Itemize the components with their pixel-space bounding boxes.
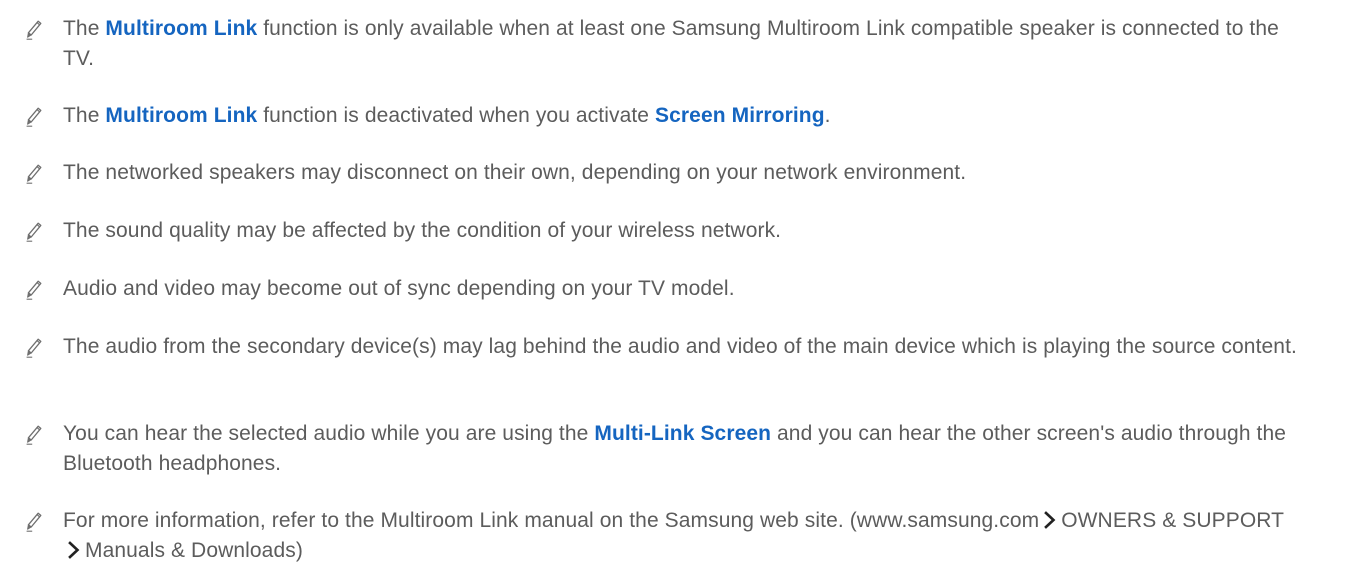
note-text-segment: Audio and video may become out of sync d… xyxy=(63,277,735,300)
note-text-segment: function is deactivated when you activat… xyxy=(257,104,656,127)
note-text: Audio and video may become out of sync d… xyxy=(63,274,1303,304)
chevron-right-icon xyxy=(67,538,81,559)
chevron-right-icon xyxy=(1043,508,1057,529)
highlighted-term: Multi-Link Screen xyxy=(594,422,772,445)
pencil-icon xyxy=(26,280,42,300)
pencil-icon xyxy=(26,164,42,184)
note-text-segment: The xyxy=(63,104,106,127)
note-text-segment: The audio from the secondary device(s) m… xyxy=(63,335,1297,358)
note-text-segment: Manuals & Downloads) xyxy=(85,539,303,562)
note-text: The Multiroom Link function is deactivat… xyxy=(63,101,1303,131)
note-text: For more information, refer to the Multi… xyxy=(63,506,1303,566)
note-text-segment: . xyxy=(824,104,831,127)
pencil-icon xyxy=(26,222,42,242)
pencil-icon xyxy=(26,107,42,127)
notes-list: The Multiroom Link function is only avai… xyxy=(0,0,1352,562)
note-text: The sound quality may be affected by the… xyxy=(63,216,1303,246)
highlighted-term: Multiroom Link xyxy=(105,17,258,40)
highlighted-term: Screen Mirroring xyxy=(655,104,825,127)
note-text-segment: The xyxy=(63,17,106,40)
note-text-segment: The networked speakers may disconnect on… xyxy=(63,161,967,184)
note-text-segment: OWNERS & SUPPORT xyxy=(1061,509,1285,532)
note-text: The Multiroom Link function is only avai… xyxy=(63,14,1303,74)
note-text-segment: The sound quality may be affected by the… xyxy=(63,219,782,242)
pencil-icon xyxy=(26,20,42,40)
note-text-segment: For more information, refer to the Multi… xyxy=(63,509,1040,532)
pencil-icon xyxy=(26,425,42,445)
pencil-icon xyxy=(26,512,42,532)
highlighted-term: Multiroom Link xyxy=(105,104,258,127)
note-text: The audio from the secondary device(s) m… xyxy=(63,332,1303,362)
note-text: The networked speakers may disconnect on… xyxy=(63,158,1303,188)
note-text-segment: You can hear the selected audio while yo… xyxy=(63,422,595,445)
pencil-icon xyxy=(26,338,42,358)
note-text: You can hear the selected audio while yo… xyxy=(63,419,1303,479)
